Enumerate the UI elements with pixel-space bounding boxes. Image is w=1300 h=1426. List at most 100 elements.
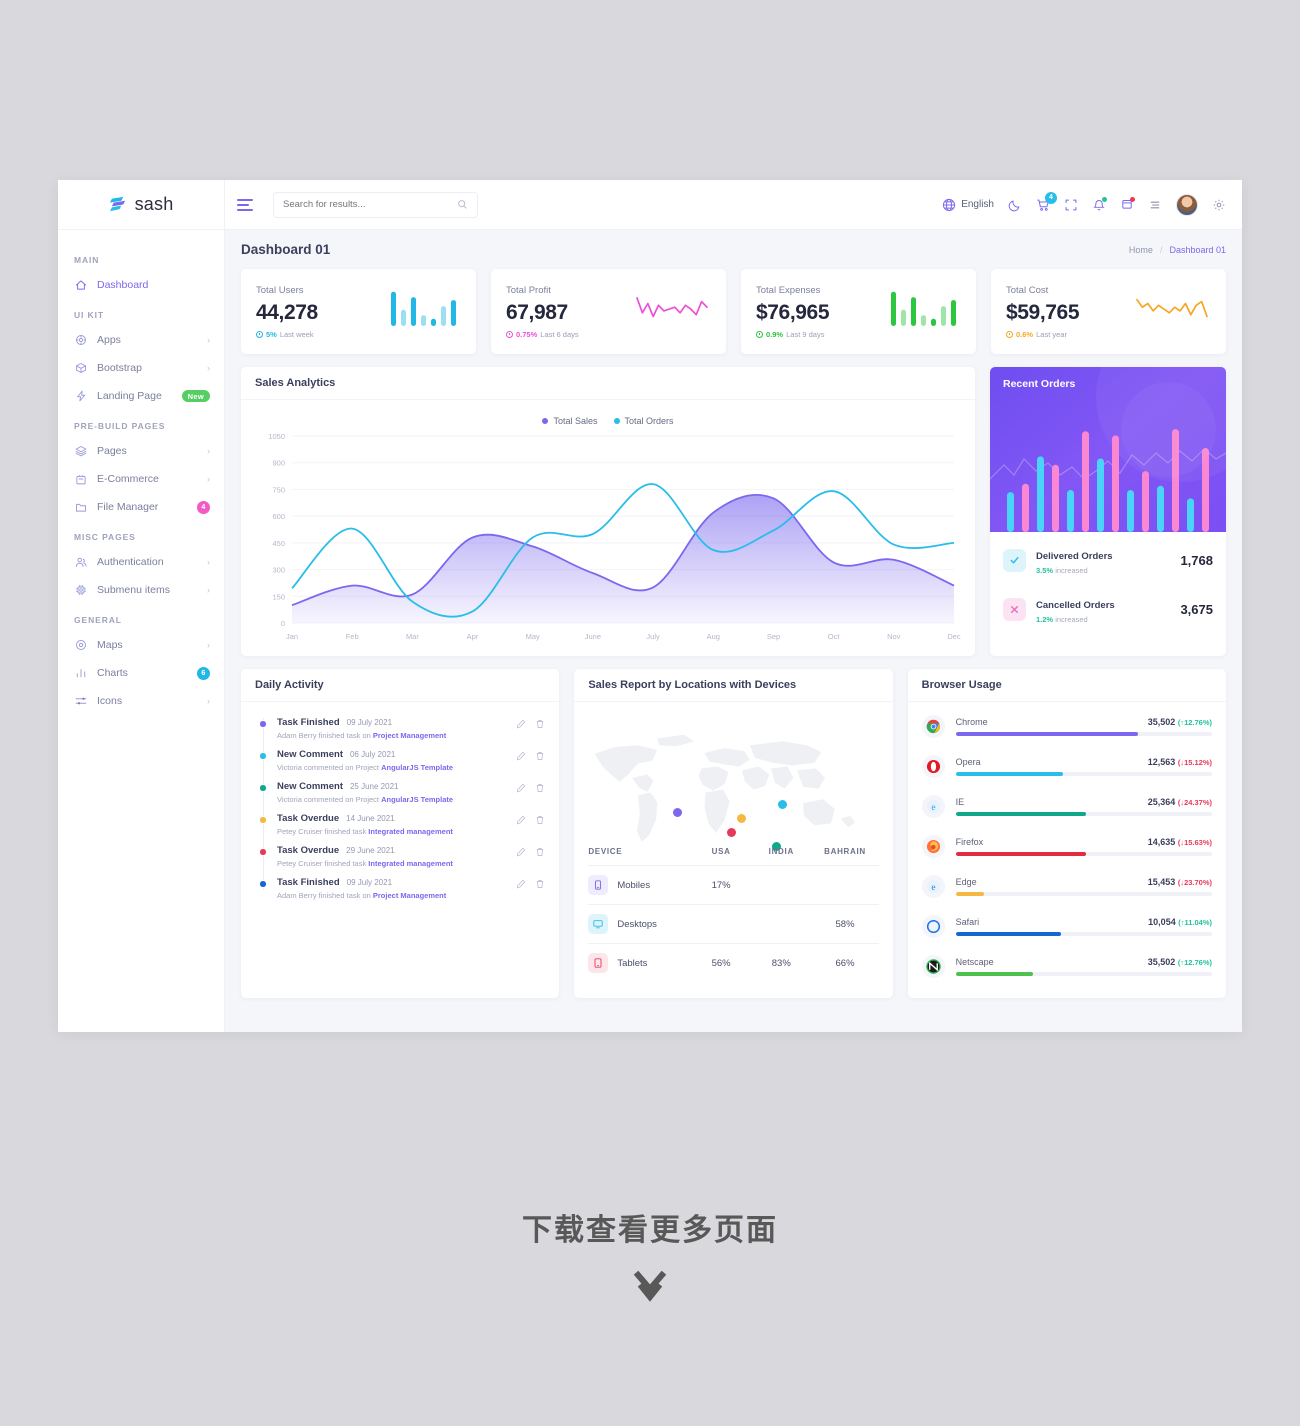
activity-desc: Petey Cruiser finished task Integrated m… — [277, 827, 516, 836]
activity-desc: Petey Cruiser finished task Integrated m… — [277, 859, 516, 868]
delete-icon[interactable] — [535, 879, 545, 889]
language-label: English — [961, 199, 994, 210]
sidebar-item-charts[interactable]: Charts 6 — [58, 659, 224, 687]
device-table-row: Mobiles 17% — [588, 865, 879, 904]
delete-icon[interactable] — [535, 815, 545, 825]
close-icon — [1003, 598, 1026, 621]
cart-button[interactable]: 4 — [1036, 191, 1057, 212]
bag-icon — [74, 472, 88, 486]
device-usa: 56% — [711, 957, 731, 969]
settings-button[interactable] — [1212, 198, 1226, 212]
sidebar-item-submenu-items[interactable]: Submenu items › — [58, 576, 224, 604]
browser-progress-track — [955, 931, 1212, 936]
sidebar-item-pages[interactable]: Pages › — [58, 437, 224, 465]
messages-button[interactable] — [1120, 196, 1135, 212]
browser-name: Opera — [955, 756, 981, 767]
sidebar-item-label: Submenu items — [97, 584, 170, 596]
legend-item-total-orders[interactable]: Total Orders — [613, 416, 674, 426]
sidebar-item-maps[interactable]: Maps › — [58, 631, 224, 659]
language-selector[interactable]: English — [942, 198, 994, 212]
activity-desc: Victoria commented on Project AngularJS … — [277, 795, 516, 804]
chevron-right-icon: › — [207, 363, 210, 373]
device-table-col: INDIA — [768, 847, 794, 856]
bottom-row: Daily Activity Task Finished 09 July 2021… — [241, 669, 1226, 998]
breadcrumb-home[interactable]: Home — [1129, 245, 1153, 255]
device-name: Mobiles — [617, 879, 651, 891]
svg-text:750: 750 — [272, 485, 285, 494]
stat-delta: 0.9% Last 9 days — [756, 330, 883, 339]
stat-delta: 0.6% Last year — [1006, 330, 1133, 339]
sidebar-item-icons[interactable]: Icons › — [58, 687, 224, 715]
notifications-button[interactable] — [1092, 196, 1107, 212]
app-window: sash MAIN Dashboard UI KIT Apps › Bootstrap › L… — [58, 180, 1242, 1032]
browser-value: 15,453 — [1147, 876, 1176, 887]
fullscreen-button[interactable] — [1064, 198, 1078, 212]
sidebar-item-apps[interactable]: Apps › — [58, 326, 224, 354]
delete-icon[interactable] — [535, 751, 545, 761]
activity-desc-link[interactable]: Integrated management — [368, 859, 453, 868]
activity-date: 09 July 2021 — [346, 717, 393, 727]
stat-period: Last 6 days — [540, 329, 579, 339]
edit-icon[interactable] — [516, 751, 526, 761]
svg-text:e: e — [931, 883, 935, 893]
device-bahrain: 66% — [835, 957, 855, 969]
device-table-col: DEVICE — [588, 847, 623, 856]
device-name: Desktops — [617, 918, 657, 930]
sidebar-item-authentication[interactable]: Authentication › — [58, 548, 224, 576]
avatar[interactable] — [1176, 193, 1198, 216]
stat-value: $59,765 — [1006, 300, 1080, 324]
edit-icon[interactable] — [516, 783, 526, 793]
sidebar-item-label: Charts — [97, 667, 128, 679]
globe-icon — [943, 198, 956, 211]
browser-name: Edge — [955, 876, 977, 887]
legend-item-total-sales[interactable]: Total Sales — [542, 416, 598, 426]
sidebar-item-dashboard[interactable]: Dashboard — [58, 271, 224, 299]
sidebar-item-badge: 4 — [197, 500, 210, 514]
page-title: Dashboard 01 — [241, 242, 331, 257]
sidebar-item-label: E-Commerce — [97, 473, 159, 485]
dark-mode-toggle[interactable] — [1008, 198, 1022, 212]
browser-name: IE — [955, 796, 965, 807]
delete-icon[interactable] — [535, 719, 545, 729]
svg-text:300: 300 — [272, 566, 285, 575]
search-box[interactable] — [273, 191, 478, 218]
recent-orders-row: Cancelled Orders 1.2% increased 3,675 — [1003, 585, 1213, 634]
svg-text:Dec: Dec — [947, 632, 961, 641]
delete-icon[interactable] — [535, 847, 545, 857]
recent-orders-row-label: Cancelled Orders — [1036, 600, 1115, 611]
sidebar-section-general: GENERAL — [74, 615, 122, 625]
sidebar-item-label: Authentication — [97, 556, 164, 568]
menu-toggle-icon[interactable] — [237, 198, 253, 211]
activity-desc-link[interactable]: AngularJS Template — [381, 763, 453, 772]
device-name: Tablets — [617, 957, 648, 969]
search-input[interactable] — [283, 199, 457, 210]
sidebar-item-bootstrap[interactable]: Bootstrap › — [58, 354, 224, 382]
stat-delta-value: 0.6% — [1016, 329, 1034, 339]
sidebar-item-e-commerce[interactable]: E-Commerce › — [58, 465, 224, 493]
edit-icon[interactable] — [516, 719, 526, 729]
sidebar-item-landing-page[interactable]: Landing Page New — [58, 382, 224, 410]
stat-sparkline — [1133, 288, 1211, 335]
activity-desc-link[interactable]: Project Management — [373, 731, 446, 740]
chevron-right-icon: › — [207, 474, 210, 484]
brand-logo[interactable]: sash — [58, 180, 224, 230]
clock-icon — [256, 330, 263, 338]
page-header: Dashboard 01 Home / Dashboard 01 — [241, 242, 1226, 257]
device-table-header: DEVICE USA INDIA BAHRAIN — [588, 838, 878, 865]
safari-icon — [921, 914, 945, 938]
edit-icon[interactable] — [516, 847, 526, 857]
activity-desc-link[interactable]: Integrated management — [368, 827, 453, 836]
activity-desc-text: Victoria commented on Project — [277, 762, 382, 772]
activity-desc-link[interactable]: Project Management — [373, 891, 446, 900]
edit-icon[interactable] — [516, 815, 526, 825]
breadcrumb: Home / Dashboard 01 — [1129, 245, 1226, 255]
activity-desc-link[interactable]: AngularJS Template — [381, 795, 453, 804]
list-menu-button[interactable] — [1148, 198, 1162, 212]
ie-icon: e — [921, 794, 945, 818]
recent-orders-row-value: 1,768 — [1180, 553, 1213, 568]
sidebar-item-file-manager[interactable]: File Manager 4 — [58, 493, 224, 521]
message-dot — [1130, 196, 1135, 202]
delete-icon[interactable] — [535, 783, 545, 793]
edit-icon[interactable] — [516, 879, 526, 889]
stat-period: Last week — [279, 329, 314, 339]
